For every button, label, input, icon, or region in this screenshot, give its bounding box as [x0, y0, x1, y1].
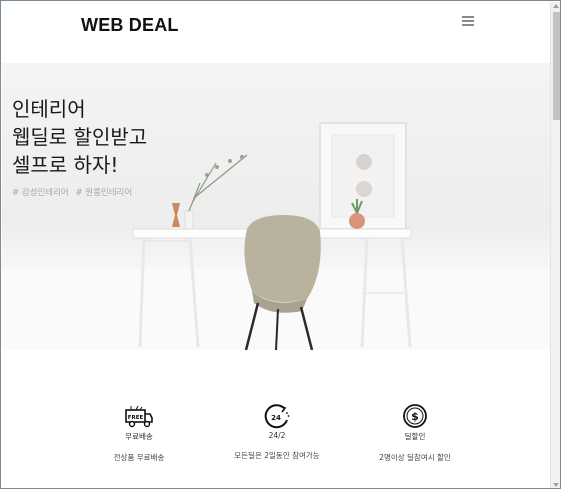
vertical-scrollbar[interactable] [550, 2, 560, 488]
dollar-coin-icon: $ [403, 404, 427, 428]
site-logo[interactable]: WEB DEAL [81, 15, 179, 36]
svg-text:24: 24 [271, 414, 281, 422]
hamburger-menu-icon[interactable] [462, 16, 474, 26]
feature-label: 무료배송 [125, 432, 153, 441]
feature-description: 모든딜은 2일동안 참여가능 [234, 451, 320, 460]
hero-banner: 인테리어 웹딜로 할인받고 셀프로 하자! # 감성인테리어 # 원룸인테리어 [2, 63, 550, 350]
free-delivery-truck-icon: FREE [125, 405, 153, 428]
hero-title-line-3: 셀프로 하자! [12, 153, 119, 177]
svg-text:FREE: FREE [128, 415, 144, 421]
24-hours-clock-icon: 24 [264, 404, 290, 429]
feature-description: 2명이상 딜참여시 할인 [379, 453, 451, 462]
hero-tags: # 감성인테리어 # 원룸인테리어 [12, 186, 136, 198]
hero-title: 인테리어 웹딜로 할인받고 셀프로 하자! [12, 95, 147, 179]
hashtag-link[interactable]: # 감성인테리어 [12, 188, 69, 198]
scroll-down-arrow-icon[interactable] [553, 483, 559, 487]
scrollbar-thumb[interactable] [553, 12, 560, 120]
svg-text:$: $ [411, 410, 419, 423]
hero-title-line-2: 웹딜로 할인받고 [12, 125, 148, 149]
browser-viewport: WEB DEAL 인테리어 웹딜로 할인받고 셀프로 하자! # 감성인테리어 … [0, 0, 561, 489]
hashtag-link[interactable]: # 원룸인테리어 [75, 188, 132, 198]
feature-deal-discount: $ 딜할인 2명이상 딜참여시 할인 [345, 404, 485, 463]
site-header: WEB DEAL [2, 2, 550, 62]
feature-free-delivery: FREE 무료배송 전상품 무료배송 [69, 404, 209, 463]
hero-title-line-1: 인테리어 [12, 97, 86, 121]
scroll-up-arrow-icon[interactable] [553, 4, 559, 8]
feature-24-2: 24 24/2 모든딜은 2일동안 참여가능 [207, 404, 347, 461]
feature-section: FREE 무료배송 전상품 무료배송 24 24/2 모든딜은 2일동안 참여가… [2, 350, 550, 488]
feature-label: 딜할인 [404, 432, 426, 441]
feature-description: 전상품 무료배송 [113, 453, 165, 462]
feature-label: 24/2 [268, 431, 286, 440]
